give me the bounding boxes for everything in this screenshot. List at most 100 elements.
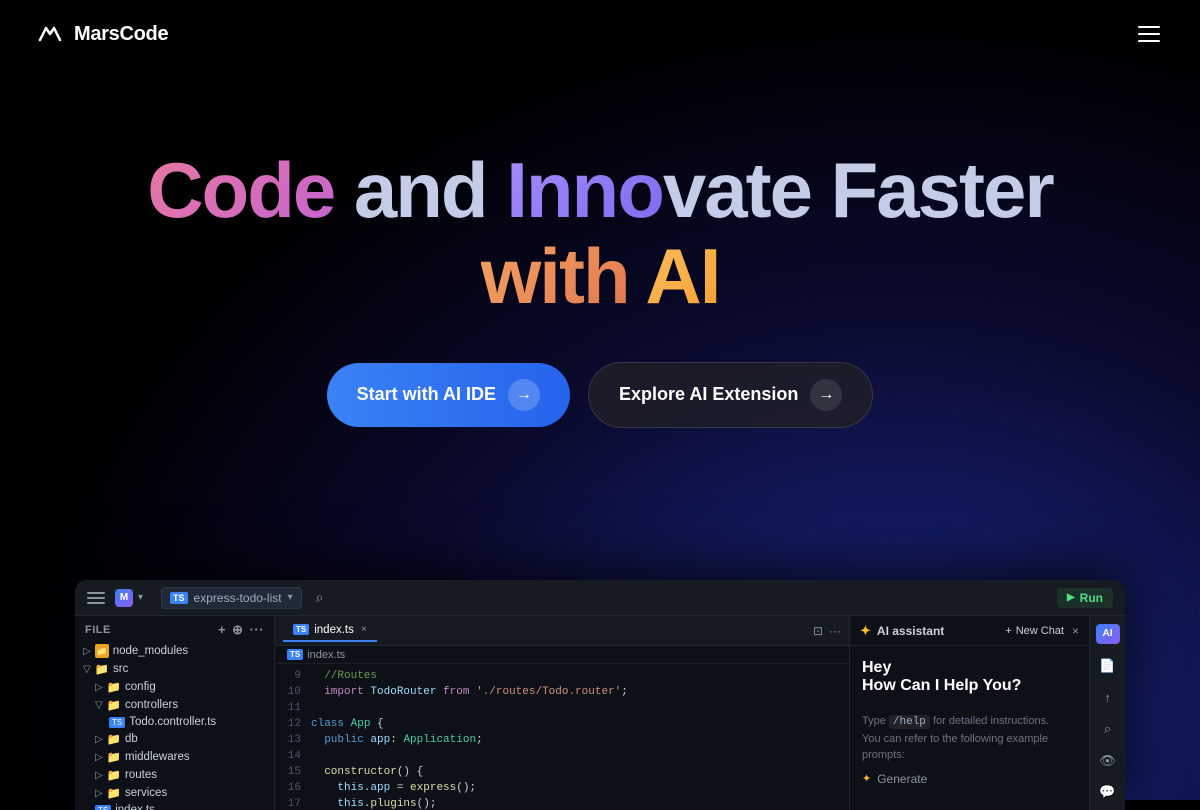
split-editor-icon[interactable]: ⊡ — [813, 624, 823, 638]
ai-greeting-sub: How Can I Help You? — [862, 677, 1077, 695]
tab-close-icon[interactable]: × — [361, 624, 367, 635]
ai-panel-header: ✦ AI assistant + New Chat × — [850, 616, 1089, 646]
code-line-14 — [311, 748, 839, 764]
code-line-13: public app: Application; — [311, 732, 839, 748]
folder-icon: ▷ — [95, 752, 103, 763]
new-folder-icon[interactable]: ⊕ — [232, 622, 243, 638]
tree-item-node-modules[interactable]: ▷ 📁 node_modules — [75, 642, 274, 660]
hamburger-menu-button[interactable] — [1134, 22, 1164, 46]
ide-body: File + ⊕ ··· ▷ 📁 node_modules ▽ 📁 src ▷ … — [75, 616, 1125, 810]
ai-hint-rest: for detailed instructions. — [933, 715, 1049, 727]
code-line-12: class App { — [311, 716, 839, 732]
tree-item-src[interactable]: ▽ 📁 src — [75, 660, 274, 678]
folder-icon: ▽ — [95, 700, 103, 711]
file-tree-icons: + ⊕ ··· — [218, 622, 264, 638]
project-tab[interactable]: TS express-todo-list ▾ — [161, 587, 302, 609]
more-icon[interactable]: ··· — [250, 622, 265, 638]
tree-item-todo-controller[interactable]: TS Todo.controller.ts — [75, 714, 274, 730]
editor-tabs: TS index.ts × ⊡ ··· — [275, 616, 849, 646]
ide-brand: M ▾ — [115, 589, 143, 607]
tree-item-db[interactable]: ▷ 📁 db — [75, 730, 274, 748]
logo-text: MarsCode — [74, 23, 168, 46]
folder-icon: ▷ — [95, 770, 103, 781]
folder-icon: ▷ — [95, 682, 103, 693]
tree-item-controllers[interactable]: ▽ 📁 controllers — [75, 696, 274, 714]
new-file-icon[interactable]: + — [218, 622, 226, 638]
logo[interactable]: MarsCode — [36, 20, 168, 48]
editor-tab-name: index.ts — [314, 624, 354, 636]
ts-badge: TS — [170, 592, 188, 604]
hamburger-line-2 — [1138, 33, 1160, 35]
code-area: 9 10 11 12 13 14 15 16 17 18 //Routes im… — [275, 664, 849, 810]
folder-routes-icon: 📁 — [107, 768, 121, 782]
folder-icon: ▷ — [95, 734, 103, 745]
tree-item-routes[interactable]: ▷ 📁 routes — [75, 766, 274, 784]
eye-sidebar-icon[interactable]: 👁 — [1096, 751, 1120, 771]
code-content: //Routes import TodoRouter from './route… — [311, 668, 849, 806]
hero-title-line1: Code and Innovate Faster — [0, 148, 1200, 234]
sidebar-toggle-button[interactable] — [87, 591, 105, 605]
search-icon[interactable]: ⌕ — [316, 589, 324, 606]
tree-label-index: index.ts — [115, 804, 155, 810]
logo-icon — [36, 20, 64, 48]
ai-chat-area: Hey How Can I Help You? Type /help for d… — [850, 646, 1089, 810]
breadcrumb-text: index.ts — [307, 649, 345, 661]
folder-controllers-icon: 📁 — [107, 698, 121, 712]
ai-hint-cmd: /help — [889, 715, 930, 729]
explore-ai-extension-button[interactable]: Explore AI Extension → — [588, 362, 873, 428]
tree-item-middlewares[interactable]: ▷ 📁 middlewares — [75, 748, 274, 766]
code-line-15: constructor() { — [311, 764, 839, 780]
secondary-arrow-icon: → — [810, 379, 842, 411]
ai-hint-prompts: You can refer to the following example p… — [862, 733, 1048, 762]
sidebar-toggle-line — [87, 597, 105, 599]
primary-arrow-icon: → — [508, 379, 540, 411]
code-line-17: this.plugins(); — [311, 796, 839, 810]
file-sidebar-icon[interactable]: 📄 — [1096, 656, 1120, 676]
generate-label: Generate — [877, 772, 927, 786]
editor-tab-right-icons: ⊡ ··· — [813, 624, 841, 638]
hero-section: Code and Innovate Faster with AI Start w… — [0, 68, 1200, 468]
word-vate: vate — [663, 146, 811, 234]
word-and-1: and — [354, 146, 506, 234]
chat-sidebar-icon[interactable]: 💬 — [1096, 782, 1120, 802]
tree-item-index-ts[interactable]: TS index.ts — [75, 802, 274, 810]
word-with: with — [481, 232, 629, 320]
file-tree-label: File — [85, 624, 111, 636]
brand-chevron-icon: ▾ — [138, 592, 143, 603]
tree-item-config[interactable]: ▷ 📁 config — [75, 678, 274, 696]
sidebar-toggle-line — [87, 592, 105, 594]
close-ai-icon[interactable]: × — [1072, 624, 1079, 638]
tree-label-services: services — [125, 787, 167, 799]
new-chat-button[interactable]: + New Chat — [1005, 625, 1064, 637]
ai-panel: ✦ AI assistant + New Chat × Hey How Can … — [849, 616, 1089, 810]
start-ai-ide-button[interactable]: Start with AI IDE → — [327, 363, 570, 427]
more-editor-icon[interactable]: ··· — [829, 624, 841, 638]
run-label: Run — [1080, 591, 1103, 605]
code-line-16: this.app = express(); — [311, 780, 839, 796]
hero-title: Code and Innovate Faster with AI — [0, 148, 1200, 320]
ai-spark-icon: ✦ — [860, 623, 871, 639]
git-sidebar-icon[interactable]: ↑ — [1096, 687, 1120, 707]
word-innovate: Inno — [506, 146, 663, 234]
folder-config-icon: 📁 — [107, 680, 121, 694]
code-line-9: //Routes — [311, 668, 839, 684]
ai-sidebar-icon[interactable]: AI — [1096, 624, 1120, 644]
editor-breadcrumb: TS index.ts — [275, 646, 849, 664]
file-tree-header: File + ⊕ ··· — [75, 616, 274, 642]
generate-spark-icon: ✦ — [862, 772, 871, 785]
line-numbers: 9 10 11 12 13 14 15 16 17 18 — [275, 668, 311, 806]
breadcrumb-ts-badge: TS — [287, 649, 303, 660]
ai-generate[interactable]: ✦ Generate — [862, 772, 1077, 786]
ai-hint-type: Type — [862, 715, 889, 727]
search-sidebar-icon[interactable]: ⌕ — [1096, 719, 1120, 739]
editor-tab-index-ts[interactable]: TS index.ts × — [283, 620, 377, 642]
folder-icon: ▷ — [95, 788, 103, 799]
tree-label-middlewares: middlewares — [125, 751, 190, 763]
tree-label-src: src — [113, 663, 128, 675]
project-chevron-icon: ▾ — [288, 592, 293, 603]
tree-item-services[interactable]: ▷ 📁 services — [75, 784, 274, 802]
run-button[interactable]: ▶ Run — [1057, 588, 1113, 608]
ts-badge-index: TS — [95, 805, 111, 810]
folder-src-icon: 📁 — [95, 662, 109, 676]
ai-header-right: + New Chat × — [1005, 624, 1079, 638]
